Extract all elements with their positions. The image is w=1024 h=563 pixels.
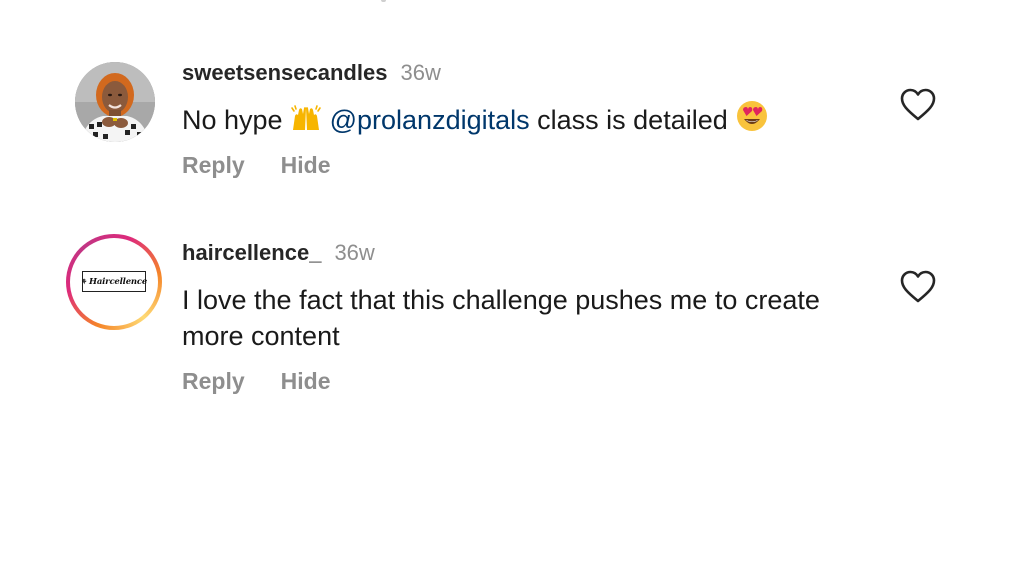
- avatar-image: [75, 62, 155, 142]
- scroll-indicator: [381, 0, 386, 2]
- comment-meta: sweetsensecandles 36w: [182, 60, 441, 90]
- heart-eyes-icon: [735, 100, 769, 141]
- comment-text: I love the fact that this challenge push…: [182, 285, 820, 351]
- comments-screen: sweetsensecandles 36w No hype @prolanzdi…: [0, 0, 1024, 563]
- avatar[interactable]: [75, 62, 155, 142]
- avatar-story-ring: ⚘ Haircellence: [70, 238, 158, 326]
- hide-button[interactable]: Hide: [281, 368, 331, 395]
- logo-mark-icon: ⚘: [80, 277, 88, 286]
- comment-time: 36w: [400, 60, 441, 85]
- comment-text-part: No hype: [182, 105, 283, 135]
- raising-hands-icon: [290, 104, 322, 141]
- username[interactable]: haircellence_: [182, 240, 321, 266]
- comment-meta: haircellence_ 36w: [182, 240, 375, 270]
- username[interactable]: sweetsensecandles: [182, 60, 387, 86]
- mention-link[interactable]: @prolanzdigitals: [330, 105, 530, 135]
- comment-actions: Reply Hide: [182, 152, 330, 179]
- reply-button[interactable]: Reply: [182, 152, 245, 179]
- like-heart-icon[interactable]: [900, 88, 936, 122]
- like-heart-icon[interactable]: [900, 270, 936, 304]
- logo-text: Haircellence: [89, 276, 148, 287]
- comment-text: No hype @prolanzdigitals class is detail…: [182, 100, 862, 141]
- haircellence-logo: ⚘ Haircellence: [80, 271, 148, 292]
- hide-button[interactable]: Hide: [281, 152, 331, 179]
- comment-time: 36w: [334, 240, 375, 265]
- avatar[interactable]: ⚘ Haircellence: [66, 234, 162, 330]
- reply-button[interactable]: Reply: [182, 368, 245, 395]
- comment-actions: Reply Hide: [182, 368, 330, 395]
- comment-text-part: class is detailed: [537, 105, 728, 135]
